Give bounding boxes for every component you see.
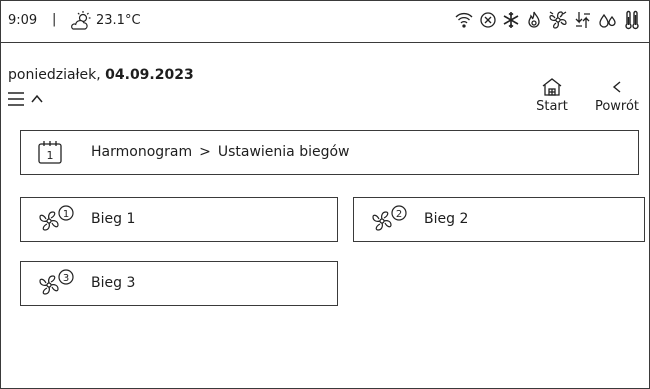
breadcrumb-path: Harmonogram > Ustawienia biegów <box>91 144 350 160</box>
gear-1-button[interactable]: 1 Bieg 1 <box>20 197 338 242</box>
fan-speed-2-icon: 2 <box>372 205 407 231</box>
date-value: 04.09.2023 <box>105 67 194 83</box>
pump-icon <box>573 9 593 31</box>
gear-2-number: 2 <box>396 209 402 220</box>
breadcrumb: 1 Harmonogram > Ustawienia biegów <box>20 130 639 175</box>
calendar-day: 1 <box>47 149 54 162</box>
fan-alert-icon <box>548 9 568 31</box>
thermometer-icon <box>623 9 641 31</box>
sun-cloud-icon <box>70 10 92 36</box>
snowflake-icon <box>502 9 520 31</box>
breadcrumb-current: Ustawienia biegów <box>217 144 350 160</box>
hamburger-icon <box>8 92 24 106</box>
status-bar: 9:09 | 23.1°C <box>1 1 649 43</box>
status-separator: | <box>52 12 57 27</box>
gear-3-number: 3 <box>63 273 69 284</box>
flame-icon <box>525 9 543 31</box>
status-temperature: 23.1°C <box>96 13 141 28</box>
chevron-left-icon <box>612 81 621 93</box>
fan-speed-3-icon: 3 <box>39 269 74 295</box>
water-drops-icon <box>598 9 618 31</box>
breadcrumb-separator: > <box>199 144 211 160</box>
status-icons <box>454 9 641 31</box>
start-button[interactable]: Start <box>532 77 572 114</box>
gear-3-button[interactable]: 3 Bieg 3 <box>20 261 338 306</box>
gear-1-number: 1 <box>63 209 69 220</box>
weekday-label: poniedziałek, <box>8 67 106 83</box>
fan-speed-1-icon: 1 <box>39 205 74 231</box>
screen: 9:09 | 23.1°C poniedziałek, 04.09.2023 S… <box>0 0 650 389</box>
gear-1-label: Bieg 1 <box>91 211 136 227</box>
gear-2-label: Bieg 2 <box>424 211 469 227</box>
no-connection-icon <box>479 9 497 31</box>
status-time: 9:09 <box>8 13 38 28</box>
chevron-up-icon <box>31 94 43 103</box>
back-button[interactable]: Powrót <box>587 77 647 114</box>
calendar-icon: 1 <box>37 139 63 169</box>
gear-3-label: Bieg 3 <box>91 275 136 291</box>
home-icon <box>542 78 562 96</box>
gear-2-button[interactable]: 2 Bieg 2 <box>353 197 645 242</box>
wifi-icon <box>454 9 474 31</box>
current-date: poniedziałek, 04.09.2023 <box>8 67 194 83</box>
menu-button[interactable] <box>6 90 66 112</box>
start-label: Start <box>536 99 568 114</box>
breadcrumb-root[interactable]: Harmonogram <box>91 144 192 160</box>
back-label: Powrót <box>594 99 640 114</box>
